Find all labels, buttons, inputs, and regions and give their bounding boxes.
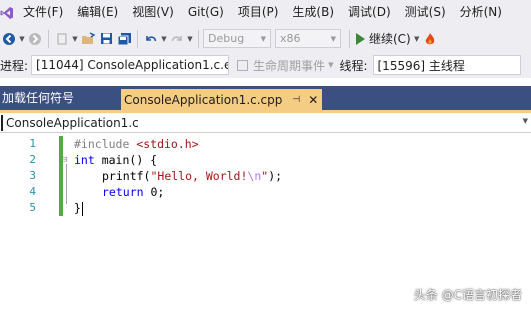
continue-button[interactable]: 继续(C) [354,29,413,49]
chevron-down-icon[interactable]: ▼ [523,117,528,125]
code-line[interactable]: 2 ⊟ int main() { [0,152,531,168]
process-label: 进程: [0,58,29,73]
solution-platform-select[interactable]: x86 ▼ [275,29,341,48]
text-cursor [81,201,83,216]
code-text: printf("Hello, World!\n"); [102,168,282,184]
chevron-down-icon: ▼ [260,34,266,43]
new-item-icon[interactable] [53,30,71,48]
line-number: 2 [29,153,36,166]
solution-configuration-select[interactable]: Debug ▼ [203,29,271,48]
return-value: 0; [143,185,165,199]
process-value: [11044] ConsoleApplication1.c.e [36,58,230,72]
navigate-forward-icon[interactable] [26,30,44,48]
keyword: int [74,153,95,167]
toolbar-separator [349,29,350,48]
play-icon [356,32,365,45]
tab-title: ConsoleApplication1.c.cpp [124,92,283,107]
menu-view[interactable]: 视图(V) [127,0,183,25]
save-all-icon[interactable] [115,30,133,48]
toolbar-separator [48,29,49,48]
line-number: 1 [29,137,36,150]
preprocessor-directive: #include [74,137,137,151]
code-line[interactable]: 5 } [0,200,531,216]
lifecycle-events-button[interactable]: 生命周期事件 ▼ [237,57,333,74]
chevron-down-icon[interactable]: ▼ [413,35,421,43]
code-text: int main() { [74,152,157,168]
code-line[interactable]: 1 #include <stdio.h> [0,136,531,152]
document-tab-strip: 加载任何符号 ConsoleApplication1.c.cpp ⊣ ✕ [0,86,531,110]
menu-test[interactable]: 测试(S) [400,0,455,25]
debug-location-toolbar: 进程: [11044] ConsoleApplication1.c.e ▼ 生命… [0,52,531,78]
navigate-back-icon[interactable] [0,30,18,48]
chevron-down-icon[interactable]: ▼ [71,35,79,43]
menu-edit[interactable]: 编辑(E) [72,0,127,25]
function-call: printf( [102,169,151,183]
menu-build[interactable]: 生成(B) [287,0,343,25]
visual-studio-logo-icon[interactable] [0,6,14,20]
undo-icon[interactable] [142,30,160,48]
chevron-down-icon: ▼ [330,34,336,43]
code-line[interactable]: 4 return 0; [0,184,531,200]
menu-analyze[interactable]: 分析(N) [455,0,511,25]
continue-label: 继续(C) [369,32,411,46]
code-line[interactable]: 3 printf("Hello, World!\n"); [0,168,531,184]
toolbar-separator [198,29,199,48]
thread-label: 线程: [339,58,368,73]
menu-debug[interactable]: 调试(D) [343,0,400,25]
code-text: } [74,200,83,216]
code-text: #include <stdio.h> [74,136,199,152]
thread-value: [15596] 主线程 [377,58,465,73]
project-dropdown[interactable]: ConsoleApplication1.c [6,116,139,130]
process-select[interactable]: [11044] ConsoleApplication1.c.e ▼ [31,55,230,75]
toolbar-separator [137,29,138,48]
include-header: <stdio.h> [136,137,199,151]
line-number: 4 [29,185,36,198]
redo-icon[interactable] [168,30,186,48]
tab-load-symbols[interactable]: 加载任何符号 [0,86,74,110]
menu-bar: 文件(F) 编辑(E) 视图(V) Git(G) 项目(P) 生成(B) 调试(… [0,0,531,25]
chevron-down-icon[interactable]: ▼ [18,35,26,43]
lifecycle-events-label: 生命周期事件 [253,58,326,73]
function-signature: main() { [94,153,158,167]
watermark: 头条 @C语言初探者 [413,288,522,302]
platform-value: x86 [280,32,301,45]
chevron-down-icon[interactable]: ▼ [160,35,168,43]
menu-git[interactable]: Git(G) [183,0,233,25]
close-icon[interactable]: ✕ [308,93,318,107]
open-folder-icon[interactable] [79,30,97,48]
thread-select[interactable]: [15596] 主线程 [372,55,521,75]
code-text: return 0; [102,184,164,200]
lifecycle-events-icon [237,59,249,71]
chevron-down-icon: ▼ [328,61,334,69]
line-number: 3 [29,169,36,182]
statement-end: ); [268,169,283,183]
tab-consoleapplication1[interactable]: ConsoleApplication1.c.cpp ⊣ ✕ [121,89,322,110]
navigation-bar[interactable]: ConsoleApplication1.c ▼ [0,113,531,133]
hot-reload-flame-icon[interactable] [421,30,439,48]
chevron-down-icon[interactable]: ▼ [186,35,194,43]
keyword: return [102,185,144,199]
menu-file[interactable]: 文件(F) [18,0,72,25]
navigation-bar-marker [1,114,3,131]
pin-icon[interactable]: ⊣ [292,95,300,105]
closing-brace: } [74,201,81,215]
line-number: 5 [29,201,36,214]
standard-toolbar: ▼ ▼ ▼ ▼ Debug ▼ x86 ▼ 继续(C) ▼ [0,25,531,52]
configuration-value: Debug [208,32,245,45]
menu-project[interactable]: 项目(P) [233,0,288,25]
save-icon[interactable] [97,30,115,48]
escape-sequence: \n [247,169,262,183]
string-literal: "Hello, World! [150,169,248,183]
